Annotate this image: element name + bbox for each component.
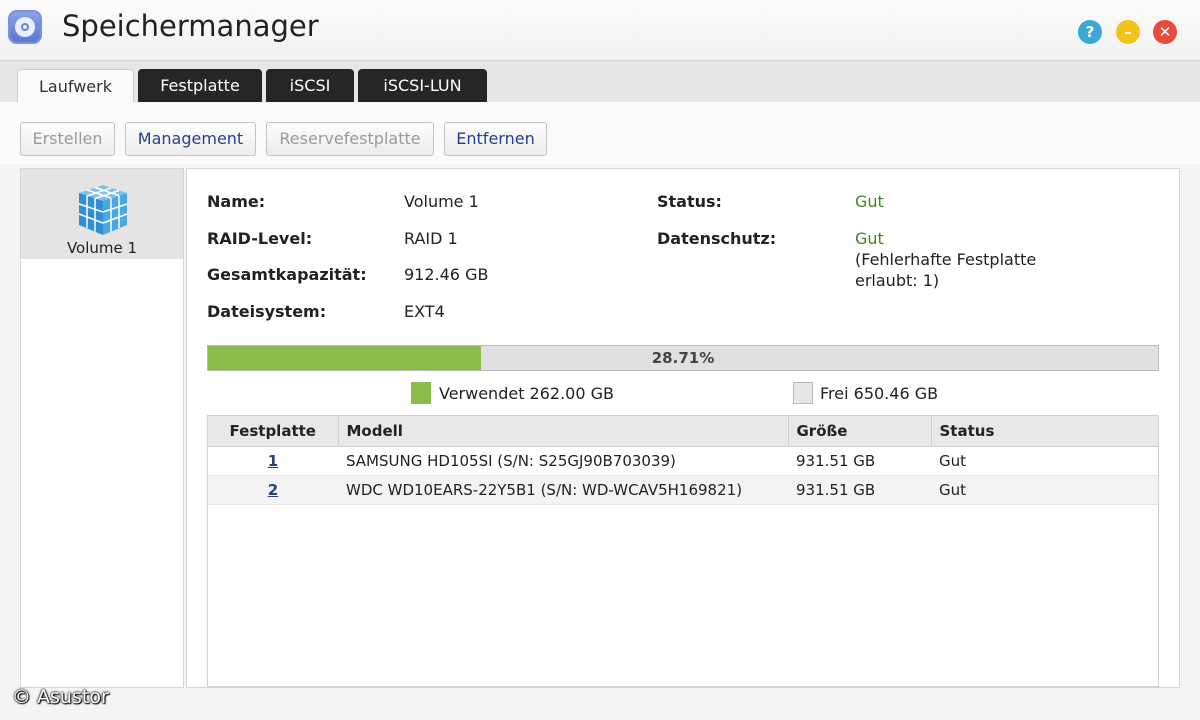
- storage-manager-app-icon: [8, 10, 42, 44]
- remove-button[interactable]: Entfernen: [444, 122, 547, 156]
- total-capacity-value: 912.46 GB: [404, 265, 489, 284]
- window-title: Speichermanager: [62, 9, 319, 43]
- title-bar: Speichermanager ? – ✕: [0, 0, 1200, 60]
- data-protection-label: Datenschutz:: [657, 229, 777, 248]
- copyright-watermark: © Asustor: [12, 686, 109, 708]
- disk-status-cell: Gut: [931, 446, 1158, 476]
- disk-size-cell: 931.51 GB: [788, 446, 931, 476]
- data-protection-value: Gut: [855, 229, 884, 248]
- free-legend-swatch: [793, 382, 813, 404]
- disk-link[interactable]: 2: [268, 481, 278, 499]
- total-capacity-label: Gesamtkapazität:: [207, 265, 367, 284]
- filesystem-label: Dateisystem:: [207, 302, 327, 321]
- close-icon[interactable]: ✕: [1153, 20, 1177, 44]
- column-header-model[interactable]: Modell: [338, 416, 789, 447]
- usage-progress-bar: 28.71%: [207, 345, 1159, 371]
- data-protection-note: (Fehlerhafte Festplatte erlaubt: 1): [855, 249, 1036, 291]
- table-header-row: Festplatte Modell Größe Status: [208, 416, 1158, 447]
- used-legend-swatch: [411, 382, 431, 404]
- disk-model-cell: WDC WD10EARS-22Y5B1 (S/N: WD-WCAV5H16982…: [338, 475, 788, 505]
- table-row[interactable]: 1 SAMSUNG HD105SI (S/N: S25GJ90B703039) …: [208, 446, 1158, 476]
- disk-number-cell: 1: [208, 446, 338, 476]
- minimize-icon[interactable]: –: [1116, 20, 1140, 44]
- disk-status-cell: Gut: [931, 475, 1158, 505]
- column-header-disk[interactable]: Festplatte: [208, 416, 339, 447]
- free-legend-text: Frei 650.46 GB: [820, 384, 939, 403]
- volume-list-item[interactable]: Volume 1: [21, 169, 183, 259]
- volume-cube-icon: [78, 185, 128, 235]
- column-header-status[interactable]: Status: [931, 416, 1158, 447]
- column-header-size[interactable]: Größe: [788, 416, 932, 447]
- data-protection-note-line-2: erlaubt: 1): [855, 271, 940, 290]
- status-value: Gut: [855, 192, 884, 211]
- disk-size-cell: 931.51 GB: [788, 475, 931, 505]
- management-button[interactable]: Management: [125, 122, 256, 156]
- tab-festplatte[interactable]: Festplatte: [138, 69, 262, 103]
- tab-bar: Laufwerk Festplatte iSCSI iSCSI-LUN: [0, 60, 1200, 103]
- spare-disk-button[interactable]: Reservefestplatte: [266, 122, 434, 156]
- tab-iscsi-lun[interactable]: iSCSI-LUN: [358, 69, 487, 103]
- tab-laufwerk[interactable]: Laufwerk: [17, 69, 134, 103]
- filesystem-value: EXT4: [404, 302, 445, 321]
- raid-level-label: RAID-Level:: [207, 229, 313, 248]
- data-protection-note-line-1: (Fehlerhafte Festplatte: [855, 250, 1037, 269]
- status-label: Status:: [657, 192, 722, 211]
- usage-percent-text: 28.71%: [651, 349, 715, 367]
- used-legend-text: Verwendet 262.00 GB: [439, 384, 614, 403]
- volume-details-panel: Name: Volume 1 RAID-Level: RAID 1 Gesamt…: [186, 168, 1180, 688]
- disk-number-cell: 2: [208, 475, 338, 505]
- tab-iscsi[interactable]: iSCSI: [266, 69, 354, 103]
- create-button[interactable]: Erstellen: [20, 122, 115, 156]
- help-icon[interactable]: ?: [1078, 20, 1102, 44]
- table-row[interactable]: 2 WDC WD10EARS-22Y5B1 (S/N: WD-WCAV5H169…: [208, 475, 1158, 505]
- toolbar: Erstellen Management Reservefestplatte E…: [0, 102, 1200, 164]
- content-area: Volume 1 Name: Volume 1 RAID-Level: RAID…: [0, 164, 1200, 720]
- raid-level-value: RAID 1: [404, 229, 458, 248]
- name-value: Volume 1: [404, 192, 479, 211]
- disk-link[interactable]: 1: [268, 452, 278, 470]
- volume-label: Volume 1: [66, 239, 138, 257]
- volume-list: Volume 1: [20, 168, 184, 688]
- name-label: Name:: [207, 192, 266, 211]
- disk-table: Festplatte Modell Größe Status 1 SAMSUNG…: [207, 415, 1159, 687]
- disk-model-cell: SAMSUNG HD105SI (S/N: S25GJ90B703039): [338, 446, 788, 476]
